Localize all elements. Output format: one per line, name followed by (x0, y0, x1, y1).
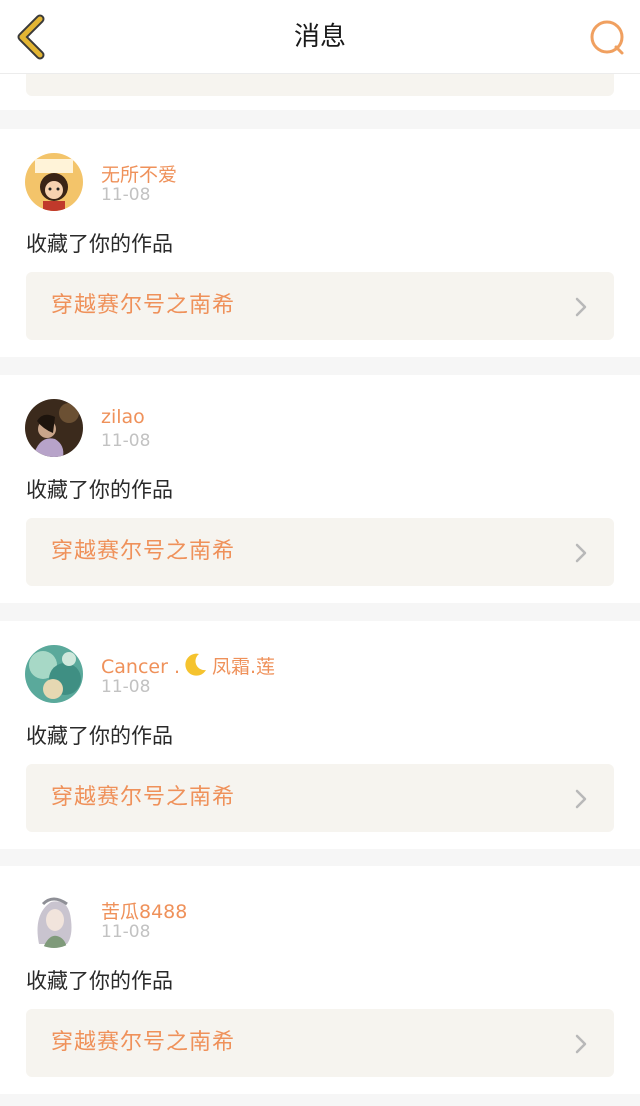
work-link[interactable]: 穿越赛尔号之南希 (26, 1009, 614, 1077)
action-text: 收藏了你的作品 (26, 724, 173, 748)
work-link[interactable]: 穿越赛尔号之南希 (26, 764, 614, 832)
work-title: 穿越赛尔号之南希 (51, 785, 236, 810)
work-link[interactable]: 穿越赛尔号之南希 (26, 518, 614, 586)
chevron-right-icon (575, 1034, 587, 1054)
user-avatar[interactable] (25, 890, 83, 948)
notification-card: 无所不爱 11-08 收藏了你的作品 穿越赛尔号之南希 (0, 129, 640, 357)
anime-girl-avatar-icon (25, 890, 83, 948)
chevron-right-icon (575, 789, 587, 809)
timestamp: 11-08 (101, 431, 151, 451)
notification-card: 苦瓜8488 11-08 收藏了你的作品 穿越赛尔号之南希 (0, 866, 640, 1094)
work-title: 穿越赛尔号之南希 (51, 539, 236, 564)
previous-notification-card (0, 74, 640, 110)
user-name[interactable]: zilao (101, 406, 145, 428)
work-link[interactable]: 穿越赛尔号之南希 (26, 272, 614, 340)
top-nav-bar: 消息 (0, 0, 640, 74)
action-text: 收藏了你的作品 (26, 969, 173, 993)
chevron-right-icon (575, 297, 587, 317)
action-text: 收藏了你的作品 (26, 232, 173, 256)
search-icon (590, 20, 624, 55)
cartoon-girl-avatar-icon (25, 153, 83, 211)
timestamp: 11-08 (101, 185, 151, 205)
photo-avatar-icon (25, 399, 83, 457)
crescent-moon-icon (185, 653, 206, 676)
work-title: 穿越赛尔号之南希 (51, 1030, 236, 1055)
previous-work-link[interactable] (26, 74, 614, 96)
user-name[interactable]: 苦瓜8488 (101, 897, 187, 924)
notification-card: Cancer . 凤霜.莲 11-08 收藏了你的作品 穿越赛尔号之南希 (0, 621, 640, 849)
user-avatar[interactable] (25, 645, 83, 703)
user-avatar[interactable] (25, 399, 83, 457)
user-name[interactable]: Cancer . 凤霜.莲 (101, 652, 275, 679)
timestamp: 11-08 (101, 922, 151, 942)
work-title: 穿越赛尔号之南希 (51, 293, 236, 318)
user-name[interactable]: 无所不爱 (101, 160, 177, 187)
chevron-right-icon (575, 543, 587, 563)
notification-card: zilao 11-08 收藏了你的作品 穿越赛尔号之南希 (0, 375, 640, 603)
search-button[interactable] (588, 18, 628, 58)
page-title: 消息 (293, 22, 346, 52)
action-text: 收藏了你的作品 (26, 478, 173, 502)
teal-pattern-avatar-icon (25, 645, 83, 703)
user-name-suffix: 凤霜.莲 (211, 656, 276, 678)
user-avatar[interactable] (25, 153, 83, 211)
timestamp: 11-08 (101, 677, 151, 697)
user-name-text: Cancer . (101, 656, 180, 678)
